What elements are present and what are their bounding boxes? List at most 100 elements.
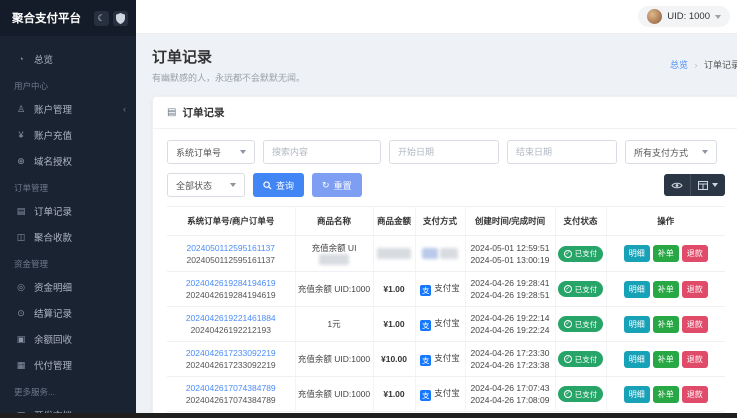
theme-moon-icon[interactable]: ☾	[94, 11, 109, 26]
chevron-left-icon: ‹	[123, 104, 126, 114]
card-title: 订单记录	[182, 105, 224, 120]
amount-cell: ¥1.00	[373, 307, 415, 342]
sidebar-brand-row: 聚合支付平台 ☾	[0, 0, 136, 36]
column-header: 支付状态	[555, 207, 606, 236]
detail-button[interactable]: 明细	[624, 351, 650, 368]
sidebar-item-overview[interactable]: ◔总览	[0, 46, 136, 72]
sidebar-item-payout-manage[interactable]: ▦代付管理	[0, 352, 136, 378]
system-order-link[interactable]: 2024042619284194619	[169, 278, 293, 288]
amount-cell: ¥1.00	[373, 272, 415, 307]
refund-button[interactable]: 退款	[682, 316, 708, 333]
sidebar-item-balance-recycle[interactable]: ▣余额回收	[0, 326, 136, 352]
completed-time: 2024-04-26 19:28:51	[468, 290, 553, 300]
created-time: 2024-05-01 12:59:51	[468, 243, 553, 253]
pay-method-label: 支付宝	[434, 353, 460, 363]
detail-button[interactable]: 明细	[624, 386, 650, 403]
reissue-button[interactable]: 补单	[653, 316, 679, 333]
product-name: 充值余额 UID:1000	[298, 389, 370, 399]
sidebar: 聚合支付平台 ☾ ◔总览用户中心♙账户管理‹¥账户充值⊕域名授权订单管理▤订单记…	[0, 0, 136, 418]
column-header: 系统订单号/商户订单号	[167, 207, 295, 236]
created-time: 2024-04-26 19:28:41	[468, 278, 553, 288]
system-order-link[interactable]: 2024042617074384789	[169, 383, 293, 393]
table-header-row: 系统订单号/商户订单号商品名称商品金额支付方式创建时间/完成时间支付状态操作	[167, 207, 725, 236]
table-row: 20240501125951611372024050112595161137充值…	[167, 236, 725, 272]
search-input[interactable]	[263, 140, 381, 164]
created-time: 2024-04-26 19:22:14	[468, 313, 553, 323]
status-cell: ✓已支付	[555, 377, 606, 412]
alipay-icon: 支	[420, 285, 431, 296]
bottom-scrollbar[interactable]	[0, 413, 737, 418]
alipay-icon: 支	[420, 355, 431, 366]
reissue-button[interactable]: 补单	[653, 281, 679, 298]
merchant-order-no: 2024042617233092219	[169, 360, 293, 370]
user-menu-button[interactable]: UID: 1000	[638, 6, 730, 27]
query-button[interactable]: 查询	[253, 173, 304, 197]
chevron-down-icon	[715, 15, 721, 19]
end-date-input[interactable]	[507, 140, 617, 164]
product-name-cell: 充值余额 UI	[295, 236, 373, 272]
avatar	[647, 9, 662, 24]
detail-button[interactable]: 明细	[624, 281, 650, 298]
sidebar-item-settlement-records[interactable]: ⊙结算记录	[0, 300, 136, 326]
status-badge: ✓已支付	[558, 351, 604, 367]
content-area: 订单记录 有幽默感的人，永远都不会默默无闻。 总览 › 订单记录 ▤ 订单记录	[136, 34, 737, 418]
sidebar-item-account-manage[interactable]: ♙账户管理‹	[0, 96, 136, 122]
sidebar-item-aggregate-collect[interactable]: ◫聚合收款	[0, 224, 136, 250]
sidebar-item-label: 结算记录	[34, 306, 72, 320]
completed-time: 2024-05-01 13:00:19	[468, 255, 553, 265]
check-icon: ✓	[564, 355, 572, 363]
check-icon: ✓	[564, 285, 572, 293]
chevron-down-icon	[230, 183, 236, 187]
reissue-button[interactable]: 补单	[653, 245, 679, 262]
sidebar-item-domain-auth[interactable]: ⊕域名授权	[0, 148, 136, 174]
sidebar-item-label: 总览	[34, 52, 53, 66]
completed-time: 2024-04-26 17:23:38	[468, 360, 553, 370]
table-toolbar	[664, 174, 725, 196]
column-header: 商品名称	[295, 207, 373, 236]
chevron-down-icon	[702, 150, 708, 154]
start-date-input[interactable]	[389, 140, 499, 164]
refund-button[interactable]: 退款	[682, 281, 708, 298]
breadcrumb-root[interactable]: 总览	[670, 60, 688, 70]
sidebar-item-account-recharge[interactable]: ¥账户充值	[0, 122, 136, 148]
eye-icon	[671, 181, 683, 190]
detail-button[interactable]: 明细	[624, 245, 650, 262]
columns-dropdown-button[interactable]	[690, 174, 725, 196]
system-order-link[interactable]: 2024050112595161137	[169, 243, 293, 253]
pay-method-cell: 支支付宝	[415, 307, 465, 342]
sidebar-item-fund-details[interactable]: ◎资金明细	[0, 274, 136, 300]
status-select[interactable]: 全部状态	[167, 173, 245, 197]
column-visibility-button[interactable]	[664, 174, 690, 196]
refund-button[interactable]: 退款	[682, 351, 708, 368]
uid-label: UID: 1000	[667, 11, 710, 22]
shield-icon[interactable]	[113, 11, 128, 26]
sidebar-section-label: 资金管理	[0, 250, 136, 274]
card-header: ▤ 订单记录	[153, 97, 737, 129]
system-order-link[interactable]: 2024042619221461884	[169, 313, 293, 323]
status-cell: ✓已支付	[555, 342, 606, 377]
main-column: UID: 1000 订单记录 有幽默感的人，永远都不会默默无闻。 总览 › 订单…	[136, 0, 737, 418]
system-order-link[interactable]: 2024042617233092219	[169, 348, 293, 358]
table-row: 20240426172330922192024042617233092219充值…	[167, 342, 725, 377]
refund-button[interactable]: 退款	[682, 245, 708, 262]
status-cell: ✓已支付	[555, 307, 606, 342]
sidebar-item-order-records[interactable]: ▤订单记录	[0, 198, 136, 224]
reset-button[interactable]: ↻ 重置	[312, 173, 362, 197]
check-icon: ✓	[564, 250, 572, 258]
fund-details-icon: ◎	[14, 282, 28, 293]
refund-button[interactable]: 退款	[682, 386, 708, 403]
breadcrumb: 总览 › 订单记录	[670, 58, 737, 71]
order-records-card: ▤ 订单记录 系统订单号 所有支付方式	[152, 96, 737, 418]
pay-method-cell	[415, 236, 465, 272]
reissue-button[interactable]: 补单	[653, 351, 679, 368]
order-type-select[interactable]: 系统订单号	[167, 140, 255, 164]
search-icon	[263, 181, 272, 190]
pay-method-select[interactable]: 所有支付方式	[625, 140, 717, 164]
app-window: 聚合支付平台 ☾ ◔总览用户中心♙账户管理‹¥账户充值⊕域名授权订单管理▤订单记…	[0, 0, 737, 418]
reissue-button[interactable]: 补单	[653, 386, 679, 403]
amount-value: ¥1.00	[383, 389, 404, 399]
amount-value: ¥1.00	[383, 319, 404, 329]
product-name: 1元	[327, 319, 340, 329]
order-no-cell: 20240426192841946192024042619284194619	[167, 272, 295, 307]
detail-button[interactable]: 明细	[624, 316, 650, 333]
